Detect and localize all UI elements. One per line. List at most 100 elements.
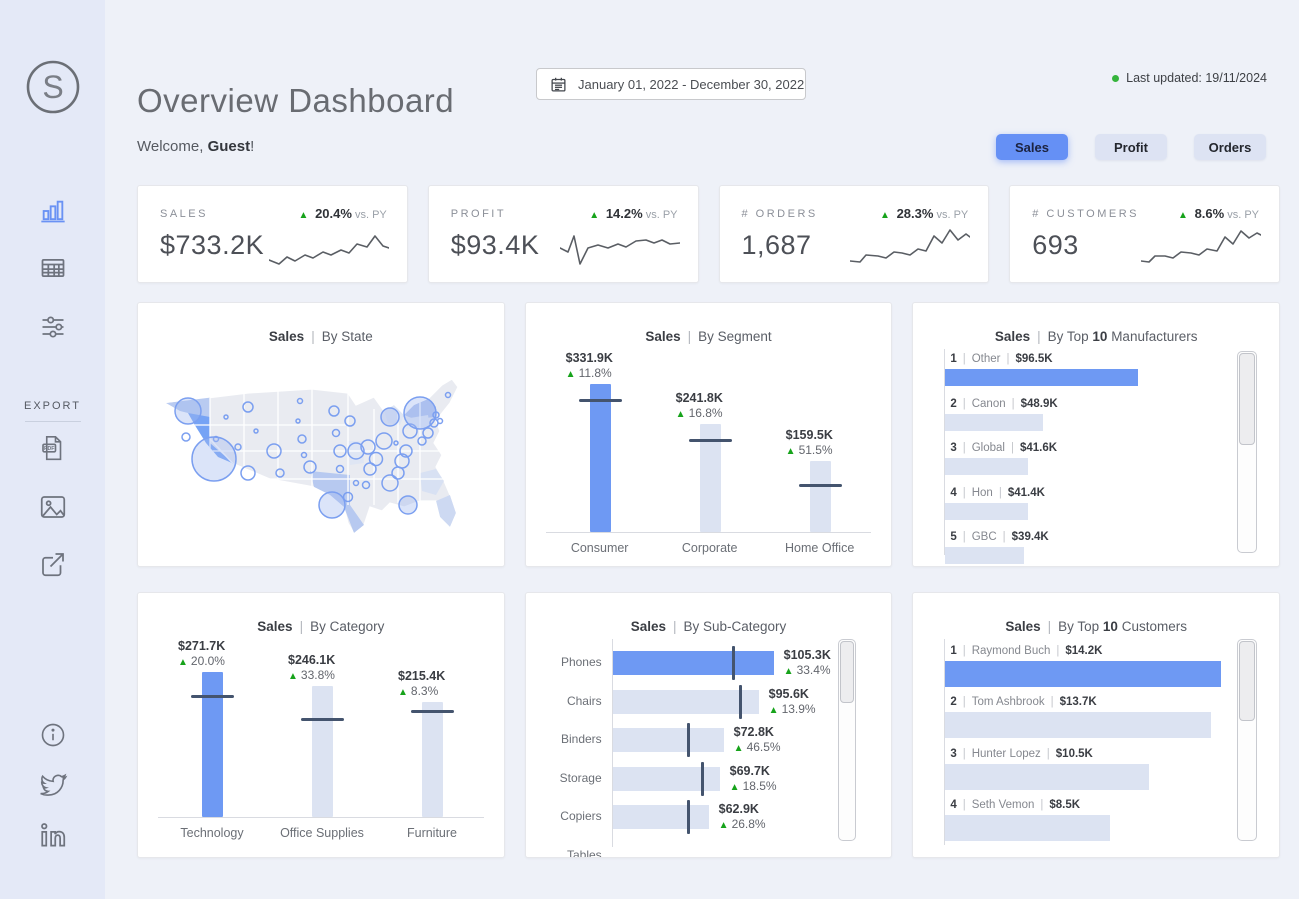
- bar-hon[interactable]: [945, 503, 1029, 520]
- sparkline-chart: [559, 235, 680, 265]
- pdf-file-icon: PDF: [41, 435, 61, 461]
- state-bubble[interactable]: [181, 432, 191, 442]
- bar-phones[interactable]: [612, 651, 774, 675]
- app-logo[interactable]: S: [24, 58, 82, 116]
- export-pdf-button[interactable]: PDF: [38, 433, 68, 463]
- kpi-delta: ▲ 8.6% vs. PY: [1178, 206, 1259, 221]
- rank-row-label: 1 | Other | $96.5K: [950, 353, 1053, 365]
- bar-value-label: $215.4K ▲ 8.3%: [398, 669, 446, 698]
- column-bar-technology[interactable]: [202, 672, 223, 817]
- row-label: Chairs: [566, 694, 602, 708]
- rank-row-label: 3 | Global | $41.6K: [950, 442, 1058, 454]
- tab-profit[interactable]: Profit: [1095, 134, 1167, 160]
- kpi-card-sales: SALES ▲ 20.4% vs. PY $733.2K: [137, 185, 408, 283]
- scrollbar-thumb[interactable]: [1239, 353, 1256, 445]
- rank-row-label: 1 | Raymond Buch | $14.2K: [950, 645, 1103, 657]
- kpi-value: $733.2K: [160, 230, 265, 260]
- date-range-picker[interactable]: January 01, 2022 - December 30, 2022: [536, 68, 806, 100]
- bar-seth-vemon[interactable]: [945, 815, 1111, 841]
- py-target-tick: [700, 762, 704, 796]
- last-updated-text: Last updated: 19/11/2024: [1126, 71, 1267, 85]
- bar-value-label: $271.7K ▲ 20.0%: [178, 639, 226, 668]
- sidebar: S EXPORT PDF: [0, 0, 105, 899]
- rank-row-label: 2 | Tom Ashbrook | $13.7K: [950, 696, 1097, 708]
- scrollbar-track[interactable]: [837, 639, 856, 841]
- py-target-line: [411, 710, 454, 713]
- state-bubble[interactable]: [318, 491, 346, 519]
- bar-value-label: $72.8K ▲ 46.5%: [733, 725, 781, 754]
- py-target-tick: [686, 800, 690, 834]
- bar-tom-ashbrook[interactable]: [945, 712, 1212, 738]
- kpi-value: $93.4K: [450, 230, 540, 260]
- py-target-line: [301, 718, 344, 721]
- row-label: Binders: [560, 732, 602, 746]
- bar-canon[interactable]: [945, 414, 1044, 431]
- sidebar-item-filters[interactable]: [38, 312, 68, 342]
- kpi-value: 1,687: [741, 230, 812, 260]
- kpi-label: PROFIT: [450, 208, 507, 220]
- py-target-tick: [731, 646, 735, 680]
- sparkline-chart: [268, 235, 389, 265]
- status-dot-icon: [1112, 74, 1120, 82]
- scrollbar-track[interactable]: [1237, 351, 1258, 553]
- sidebar-item-table[interactable]: [38, 253, 68, 283]
- tab-orders[interactable]: Orders: [1194, 134, 1266, 160]
- scrollbar-thumb[interactable]: [1239, 641, 1256, 721]
- rank-row-label: 4 | Hon | $41.4K: [950, 487, 1045, 499]
- state-bubble[interactable]: [174, 397, 202, 425]
- column-bar-office-supplies[interactable]: [312, 686, 333, 817]
- external-link-icon: [41, 553, 64, 577]
- panel-title: Sales | By Top 10 Customers: [1005, 619, 1187, 634]
- bar-gbc[interactable]: [945, 547, 1025, 564]
- panel-sales-by-subcategory: Sales | By Sub-Category Phones $105.3K ▲ 33.4…: [524, 592, 893, 858]
- column-bar-furniture[interactable]: [422, 702, 443, 817]
- tab-sales[interactable]: Sales: [996, 134, 1068, 160]
- rank-row-label: 2 | Canon | $48.9K: [950, 398, 1058, 410]
- state-bubble[interactable]: [403, 396, 437, 430]
- state-bubble[interactable]: [191, 436, 237, 482]
- bar-copiers[interactable]: [612, 805, 709, 829]
- py-target-tick: [686, 723, 690, 757]
- bar-global[interactable]: [945, 458, 1029, 475]
- export-section-label: EXPORT: [23, 400, 82, 412]
- panel-sales-by-segment: Sales | By Segment $331.9K ▲ 11.8% Consumer $2…: [524, 302, 893, 567]
- state-bubble[interactable]: [436, 417, 444, 425]
- panel-title: Sales | By Category: [257, 619, 385, 634]
- export-image-button[interactable]: [38, 492, 68, 522]
- bar-value-label: $246.1K ▲ 33.8%: [288, 653, 336, 682]
- info-button[interactable]: [38, 720, 68, 750]
- us-bubble-map[interactable]: [152, 355, 492, 555]
- py-target-tick: [738, 685, 742, 719]
- svg-text:PDF: PDF: [44, 446, 55, 452]
- rank-row-label: 5 | GBC | $39.4K: [950, 531, 1049, 543]
- panel-top-customers: Sales | By Top 10 Customers 1 | Raymond Buch…: [912, 592, 1280, 858]
- kpi-value: 693: [1032, 230, 1079, 260]
- scrollbar-track[interactable]: [1237, 639, 1258, 841]
- linkedin-link[interactable]: [38, 820, 68, 850]
- state-bubble[interactable]: [380, 407, 400, 427]
- column-bar-consumer[interactable]: [589, 384, 611, 532]
- sparkline-chart: [850, 229, 971, 263]
- category-label: Office Supplies: [280, 826, 364, 840]
- linkedin-icon: [40, 823, 65, 847]
- bar-hunter-lopez[interactable]: [945, 764, 1150, 790]
- state-bubble[interactable]: [398, 495, 418, 515]
- scrollbar-thumb[interactable]: [839, 641, 854, 703]
- bar-binders[interactable]: [612, 728, 724, 752]
- date-range-value: January 01, 2022 - December 30, 2022: [578, 76, 805, 92]
- sidebar-item-dashboard[interactable]: [38, 196, 68, 226]
- panel-title: Sales | By Sub-Category: [630, 619, 787, 634]
- share-external-button[interactable]: [38, 549, 68, 579]
- calendar-icon: [551, 77, 566, 92]
- bar-raymond-buch[interactable]: [945, 661, 1222, 687]
- sparkline-chart: [1141, 230, 1261, 263]
- bar-other[interactable]: [945, 369, 1139, 386]
- twitter-link[interactable]: [38, 770, 68, 800]
- metric-tabs: Sales Profit Orders: [996, 134, 1266, 160]
- bar-chairs[interactable]: [612, 690, 759, 714]
- up-triangle-icon: ▲: [298, 210, 309, 221]
- column-bar-home-office[interactable]: [809, 461, 831, 532]
- kpi-delta: ▲ 14.2% vs. PY: [589, 206, 678, 221]
- kpi-delta: ▲ 28.3% vs. PY: [880, 206, 969, 221]
- up-triangle-icon: ▲: [880, 210, 890, 221]
